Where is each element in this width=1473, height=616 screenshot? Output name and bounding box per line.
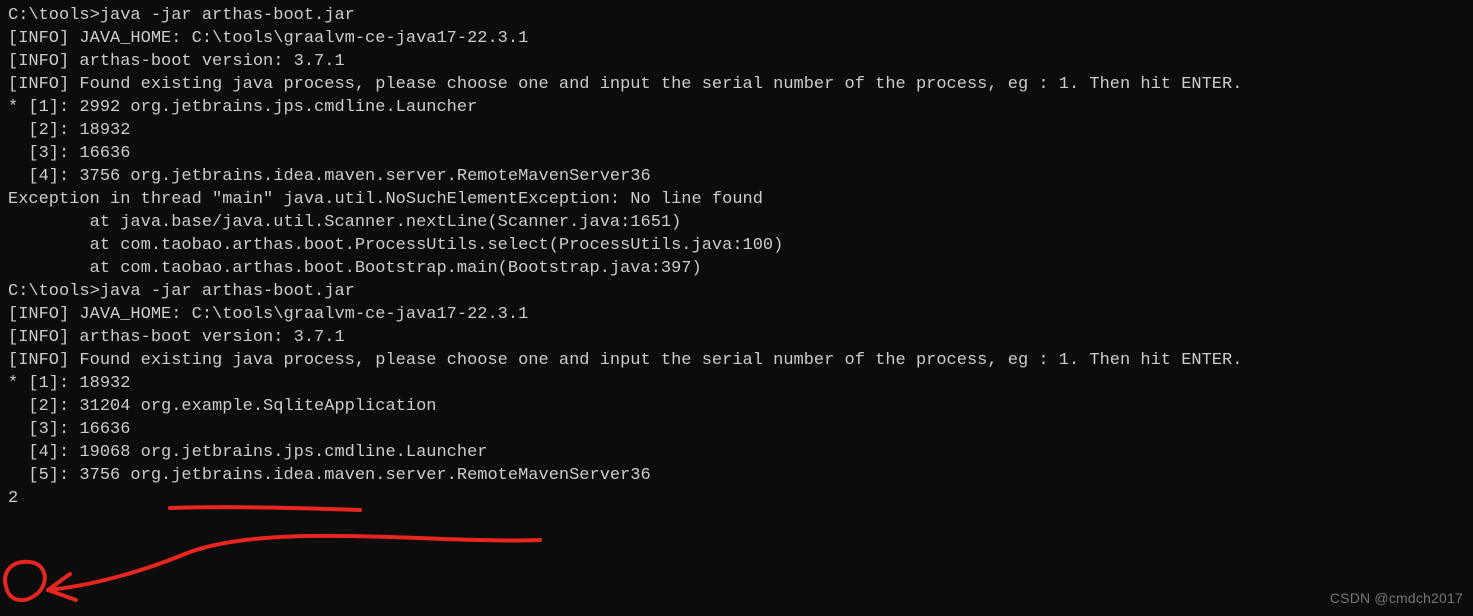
terminal-line: [3]: 16636 xyxy=(8,418,1465,441)
terminal-line: [INFO] Found existing java process, plea… xyxy=(8,349,1465,372)
terminal-line: [3]: 16636 xyxy=(8,142,1465,165)
terminal-line: * [1]: 2992 org.jetbrains.jps.cmdline.La… xyxy=(8,96,1465,119)
terminal-line: C:\tools>java -jar arthas-boot.jar xyxy=(8,280,1465,303)
watermark: CSDN @cmdch2017 xyxy=(1330,587,1463,610)
terminal-line: [2]: 18932 xyxy=(8,119,1465,142)
terminal-line: * [1]: 18932 xyxy=(8,372,1465,395)
terminal-line: [INFO] JAVA_HOME: C:\tools\graalvm-ce-ja… xyxy=(8,27,1465,50)
terminal-line: at com.taobao.arthas.boot.Bootstrap.main… xyxy=(8,257,1465,280)
terminal-line: 2 xyxy=(8,487,1465,510)
terminal-line: [INFO] Found existing java process, plea… xyxy=(8,73,1465,96)
terminal-line: at com.taobao.arthas.boot.ProcessUtils.s… xyxy=(8,234,1465,257)
terminal-output[interactable]: C:\tools>java -jar arthas-boot.jar[INFO]… xyxy=(0,0,1473,514)
terminal-line: [INFO] JAVA_HOME: C:\tools\graalvm-ce-ja… xyxy=(8,303,1465,326)
terminal-line: [2]: 31204 org.example.SqliteApplication xyxy=(8,395,1465,418)
terminal-line: [INFO] arthas-boot version: 3.7.1 xyxy=(8,50,1465,73)
terminal-line: [INFO] arthas-boot version: 3.7.1 xyxy=(8,326,1465,349)
terminal-line: at java.base/java.util.Scanner.nextLine(… xyxy=(8,211,1465,234)
terminal-line: [4]: 3756 org.jetbrains.idea.maven.serve… xyxy=(8,165,1465,188)
terminal-line: Exception in thread "main" java.util.NoS… xyxy=(8,188,1465,211)
terminal-line: C:\tools>java -jar arthas-boot.jar xyxy=(8,4,1465,27)
terminal-line: [4]: 19068 org.jetbrains.jps.cmdline.Lau… xyxy=(8,441,1465,464)
terminal-line: [5]: 3756 org.jetbrains.idea.maven.serve… xyxy=(8,464,1465,487)
